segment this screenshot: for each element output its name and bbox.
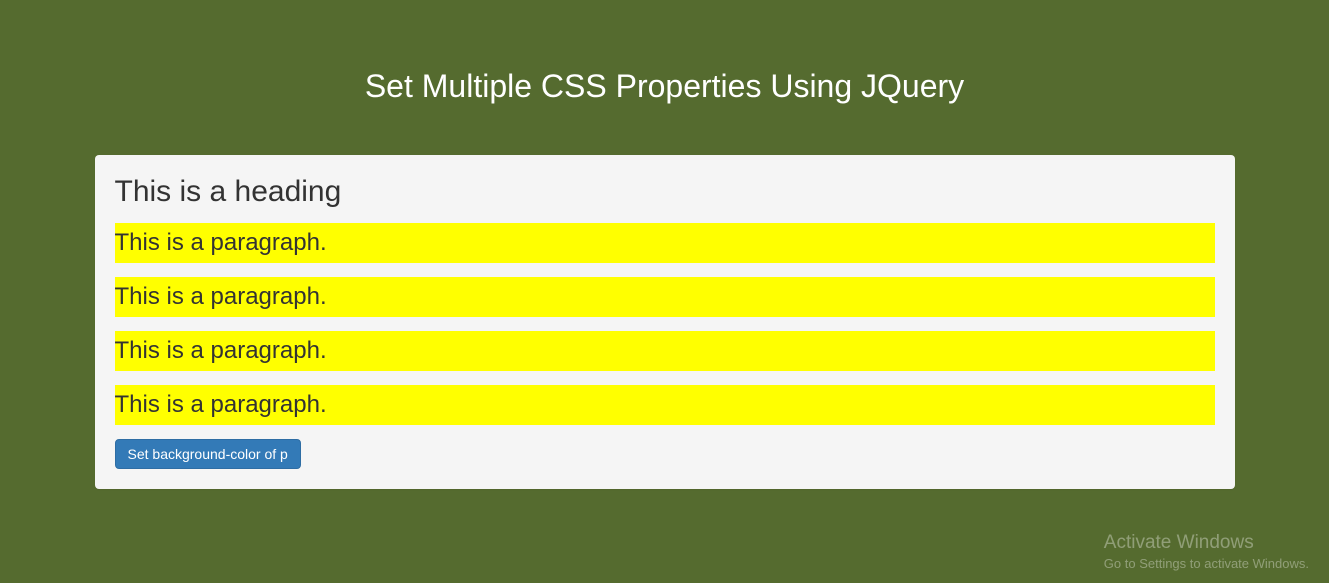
paragraph-item: This is a paragraph. — [115, 331, 1215, 371]
watermark-subtitle: Go to Settings to activate Windows. — [1104, 556, 1309, 571]
paragraph-item: This is a paragraph. — [115, 223, 1215, 263]
paragraph-item: This is a paragraph. — [115, 277, 1215, 317]
content-panel: This is a heading This is a paragraph. T… — [95, 155, 1235, 489]
windows-activation-watermark: Activate Windows Go to Settings to activ… — [1104, 532, 1309, 571]
content-heading: This is a heading — [115, 175, 1215, 209]
watermark-title: Activate Windows — [1104, 532, 1309, 554]
paragraph-item: This is a paragraph. — [115, 385, 1215, 425]
page-title: Set Multiple CSS Properties Using JQuery — [0, 0, 1329, 155]
set-background-button[interactable]: Set background-color of p — [115, 439, 301, 469]
